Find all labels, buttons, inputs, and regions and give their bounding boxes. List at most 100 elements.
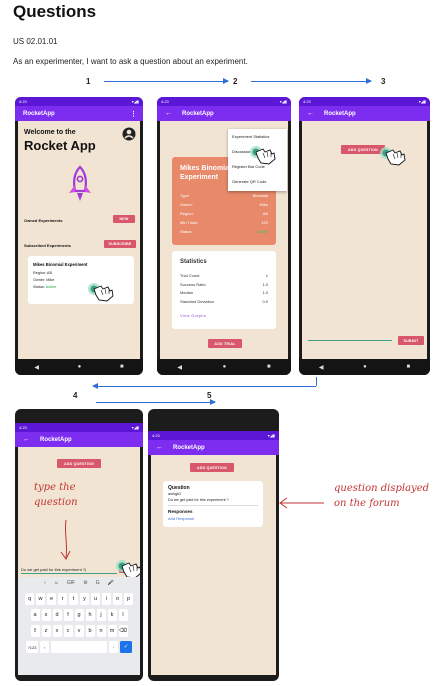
back-nav-icon[interactable]: ◀ (34, 364, 39, 371)
app-bar: RocketApp ⋮ (15, 106, 143, 121)
menu-item-experiment-statistics[interactable]: Experiment Statistics (228, 129, 287, 144)
experiment-owner: Owner: Mike (33, 278, 55, 282)
key-z[interactable]: z (41, 625, 51, 637)
profile-icon[interactable] (122, 127, 136, 141)
back-nav-icon[interactable]: ◀ (177, 364, 182, 371)
stat-label: Success Ratio (180, 281, 206, 287)
key-backspace[interactable]: ⌫ (118, 625, 128, 637)
keyboard-toolbar-icon[interactable]: ⚙ (83, 580, 87, 586)
key-i[interactable]: i (102, 593, 111, 605)
key-x[interactable]: x (52, 625, 62, 637)
field-row: Type: Binomial (180, 193, 268, 198)
app-bar: ← RocketApp (148, 440, 279, 455)
status-time: 4:23 (152, 433, 160, 438)
status-time: 4:23 (303, 99, 311, 104)
back-arrow-icon[interactable]: ← (165, 110, 172, 117)
back-nav-icon[interactable]: ◀ (319, 364, 324, 371)
key-u[interactable]: u (91, 593, 100, 605)
key-g[interactable]: g (74, 609, 84, 621)
key-e[interactable]: e (47, 593, 56, 605)
key-d[interactable]: d (52, 609, 62, 621)
add-question-button[interactable]: ADD QUESTION (57, 459, 101, 468)
key-t[interactable]: t (69, 593, 78, 605)
recents-nav-icon[interactable]: ■ (407, 364, 411, 370)
add-question-button[interactable]: ADD QUESTION (341, 145, 385, 154)
question-text: Do we get paid for this experiment ? (168, 498, 229, 502)
key-v[interactable]: v (74, 625, 84, 637)
submit-button[interactable]: SUBMIT (398, 336, 424, 345)
status-bar: 4:23 ▾◢▮ (157, 97, 291, 106)
question-input[interactable]: Do we get paid for this experiment ?| (21, 567, 117, 574)
key-m[interactable]: m (107, 625, 117, 637)
back-arrow-icon[interactable]: ← (23, 436, 30, 443)
subscribe-button[interactable]: SUBSCRIBE (104, 240, 136, 248)
stat-label: Median (180, 290, 194, 295)
add-response-link[interactable]: Add Response (168, 516, 194, 521)
key-j[interactable]: j (96, 609, 106, 621)
recents-nav-icon[interactable]: ■ (120, 364, 124, 370)
key-l[interactable]: l (118, 609, 128, 621)
home-nav-icon[interactable]: ● (363, 364, 367, 370)
home-nav-icon[interactable]: ● (78, 364, 82, 370)
key-f[interactable]: f (63, 609, 73, 621)
question-input-underline[interactable] (308, 340, 392, 341)
keyboard-toolbar-icon[interactable]: 🎤 (108, 580, 114, 586)
field-label: Min Trials: (180, 220, 199, 225)
key-period[interactable]: . (109, 641, 118, 653)
view-graphs-link[interactable]: View Graphs (180, 313, 206, 318)
key-r[interactable]: r (58, 593, 67, 605)
phone-screen-5: 4:23 ▾◢▮ ← RocketApp ADD QUESTION Questio… (148, 409, 279, 681)
key-b[interactable]: b (85, 625, 95, 637)
key-symbols[interactable]: ?123 (26, 641, 38, 653)
key-q[interactable]: q (25, 593, 34, 605)
key-w[interactable]: w (36, 593, 45, 605)
experiment-card[interactable]: Mikes Binomial Experiment Region: AB Own… (28, 256, 134, 304)
app-title: RocketApp (23, 110, 55, 117)
tap-hand-icon (88, 283, 114, 302)
user-story: As an experimenter, I want to ask a ques… (13, 57, 248, 66)
statistics-title: Statistics (180, 259, 207, 265)
field-row: Status: Active (180, 229, 268, 234)
keyboard-toolbar: ‹ ☺ GIF ⚙ G 🎤 (18, 580, 140, 586)
add-question-button[interactable]: ADD QUESTION (190, 463, 234, 472)
app-title: RocketApp (324, 110, 356, 117)
stat-row: Success Ratio 1.0 (180, 282, 268, 287)
keyboard-toolbar-icon[interactable]: ‹ (44, 580, 46, 586)
home-nav-icon[interactable]: ● (223, 364, 227, 370)
add-trial-button[interactable]: ADD TRIAL (208, 339, 242, 348)
key-comma[interactable]: , (40, 641, 49, 653)
status-bar: 4:23 ▾◢▮ (299, 97, 430, 106)
phone-screen-3: 4:23 ▾◢▮ ← RocketApp ADD QUESTION SUBMIT … (299, 97, 430, 375)
app-title: RocketApp (173, 444, 205, 451)
key-space[interactable] (51, 641, 107, 653)
key-p[interactable]: p (124, 593, 133, 605)
welcome-text: Welcome to the (24, 129, 76, 136)
key-h[interactable]: h (85, 609, 95, 621)
back-arrow-icon[interactable]: ← (156, 444, 163, 451)
key-a[interactable]: a (30, 609, 40, 621)
annotation-down-arrow (60, 519, 71, 560)
experiment-status-value: Active (45, 285, 57, 289)
question-author: asingh2 (168, 492, 182, 496)
key-o[interactable]: o (113, 593, 122, 605)
keyboard-toolbar-icon[interactable]: GIF (67, 580, 75, 586)
new-button[interactable]: NEW (113, 215, 135, 223)
recents-nav-icon[interactable]: ■ (267, 364, 271, 370)
keyboard-toolbar-icon[interactable]: ☺ (54, 580, 59, 586)
question-card[interactable]: Question asingh2 Do we get paid for this… (163, 481, 263, 527)
overflow-menu-icon[interactable]: ⋮ (130, 110, 137, 118)
step-label-1: 1 (86, 77, 91, 86)
owned-experiments-label: Owned Experiments (24, 218, 63, 223)
key-shift[interactable]: ⇧ (30, 625, 40, 637)
key-y[interactable]: y (80, 593, 89, 605)
menu-item-generate-qr-code[interactable]: Generate QR Code (228, 174, 287, 189)
key-n[interactable]: n (96, 625, 106, 637)
key-k[interactable]: k (107, 609, 117, 621)
app-bar: ← RocketApp (15, 432, 143, 447)
key-enter[interactable]: ✓ (120, 641, 132, 653)
back-arrow-icon[interactable]: ← (307, 110, 314, 117)
stat-value: 1 (265, 273, 268, 278)
key-s[interactable]: s (41, 609, 51, 621)
key-c[interactable]: c (63, 625, 73, 637)
keyboard-toolbar-icon[interactable]: G (96, 580, 100, 586)
